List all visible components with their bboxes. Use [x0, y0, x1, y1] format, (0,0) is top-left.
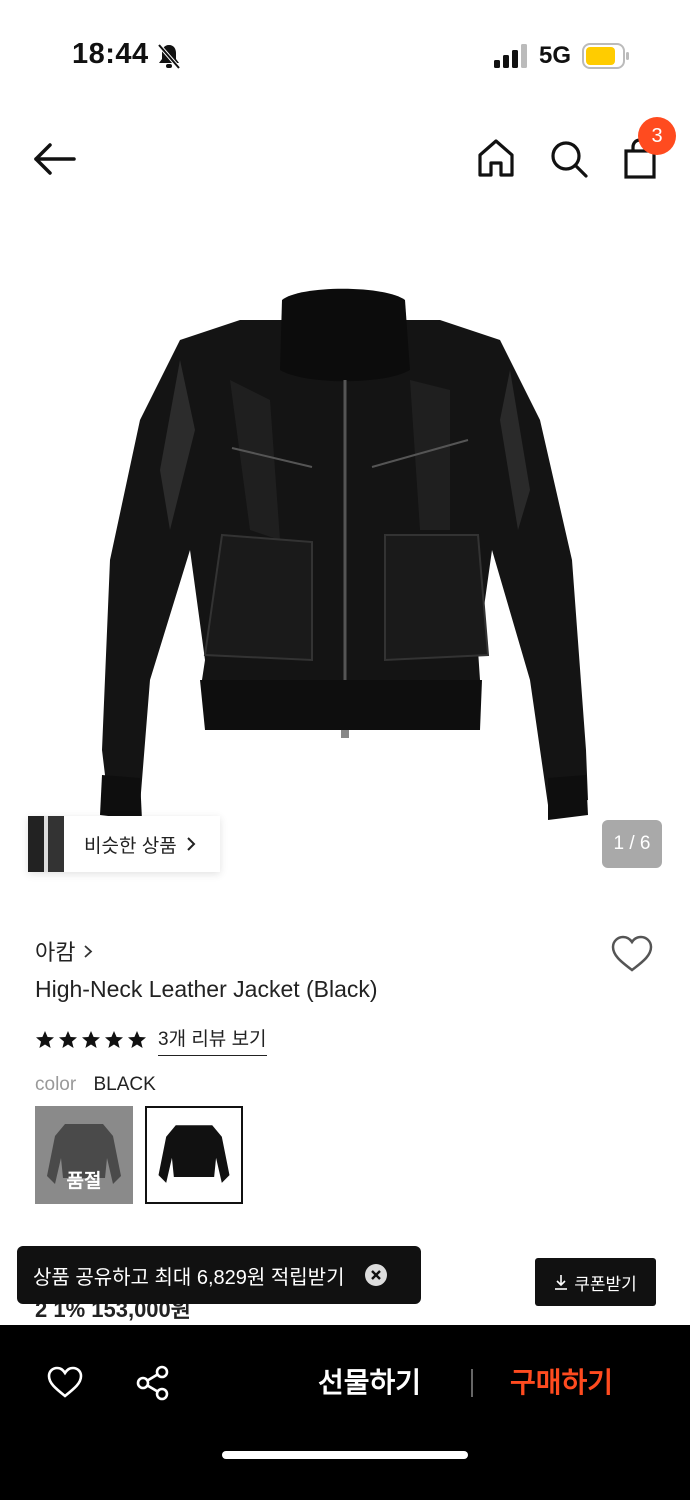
status-bar: 18:44 5G: [0, 0, 690, 110]
battery-icon: [582, 43, 629, 69]
chevron-right-icon: [84, 944, 93, 958]
heart-icon[interactable]: [610, 934, 654, 974]
star-icon: [59, 1031, 77, 1048]
status-time: 18:44: [72, 38, 149, 70]
coupon-button[interactable]: 쿠폰받기: [535, 1258, 656, 1306]
color-value: BLACK: [93, 1074, 156, 1095]
home-indicator: [222, 1451, 468, 1459]
rating-row: 3개 리뷰 보기: [35, 1024, 267, 1056]
star-rating: [35, 1030, 150, 1050]
star-icon: [36, 1031, 54, 1048]
toast-text: 상품 공유하고 최대 6,829원 적립받기: [33, 1266, 345, 1289]
review-link[interactable]: 3개 리뷰 보기: [158, 1024, 267, 1056]
buy-button[interactable]: 구매하기: [510, 1361, 613, 1401]
star-icon: [105, 1031, 123, 1048]
back-arrow-icon[interactable]: [30, 139, 80, 179]
download-icon: [555, 1275, 568, 1290]
top-nav: [0, 115, 690, 205]
color-label: color: [35, 1074, 77, 1095]
bell-slash-icon: [157, 43, 181, 70]
close-icon[interactable]: [364, 1263, 388, 1287]
swatch-jacket-image: [158, 1125, 230, 1183]
star-icon: [82, 1031, 100, 1048]
color-swatch-soldout[interactable]: 품절: [35, 1106, 133, 1204]
brand-name: 아캄: [35, 940, 76, 965]
gift-button[interactable]: 선물하기: [318, 1361, 421, 1401]
chevron-right-icon: [186, 837, 196, 851]
divider: [471, 1369, 473, 1397]
color-row: color BLACK: [35, 1074, 156, 1096]
similar-products-button[interactable]: 비슷한 상품: [28, 816, 220, 872]
network-label: 5G: [539, 42, 572, 69]
star-icon: [128, 1031, 146, 1048]
search-icon[interactable]: [546, 135, 590, 181]
product-image[interactable]: [0, 230, 690, 890]
product-title: High-Neck Leather Jacket (Black): [35, 976, 378, 1002]
brand-link[interactable]: 아캄: [35, 935, 93, 967]
share-reward-toast[interactable]: 상품 공유하고 최대 6,829원 적립받기: [17, 1246, 421, 1304]
home-icon[interactable]: [474, 135, 518, 181]
similar-products-label: 비슷한 상품: [84, 835, 177, 857]
coupon-label: 쿠폰받기: [574, 1274, 637, 1294]
signal-icon: [494, 44, 527, 68]
bottom-action-bar: 선물하기 구매하기: [0, 1325, 690, 1500]
similar-thumbnail: [28, 816, 64, 872]
image-counter: 1 / 6: [602, 820, 662, 868]
cart-count-badge: 3: [638, 117, 676, 155]
heart-icon[interactable]: [46, 1365, 84, 1399]
share-icon[interactable]: [134, 1364, 172, 1402]
soldout-label: 품절: [66, 1171, 102, 1192]
color-swatch-selected[interactable]: [145, 1106, 243, 1204]
